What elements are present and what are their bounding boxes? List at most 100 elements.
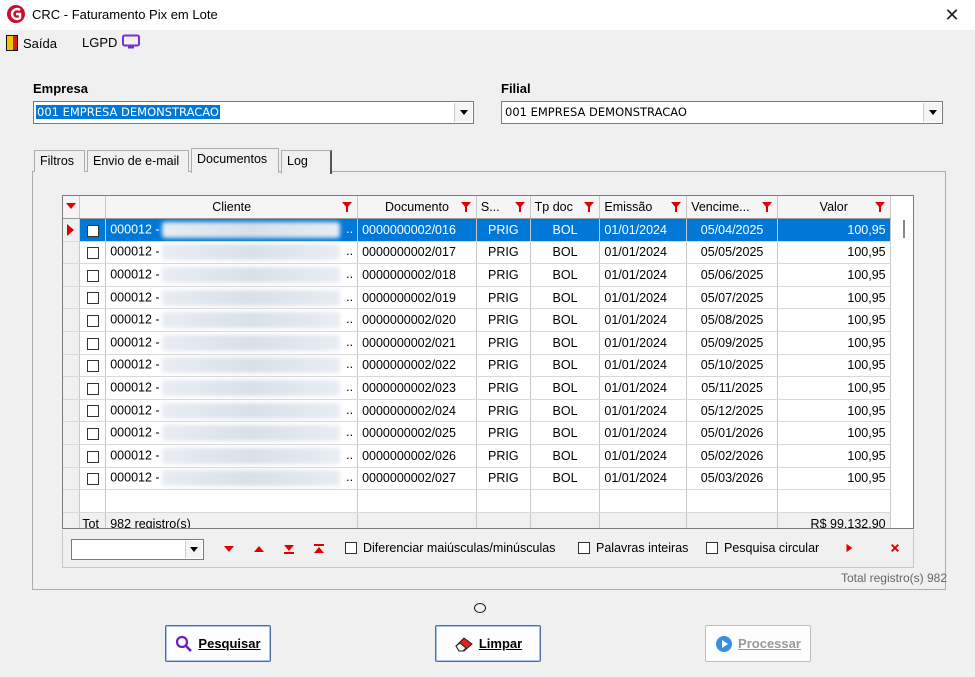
row-indicator[interactable] — [63, 467, 81, 491]
cell-vencimento[interactable]: 05/02/2026 — [686, 444, 778, 468]
table-row[interactable]: 000012 -.. 0000000002/026 PRIG BOL 01/01/202… — [63, 444, 913, 468]
cell-cliente[interactable]: 000012 -.. — [105, 218, 359, 242]
pesquisar-button[interactable]: Pesquisar — [165, 625, 271, 662]
cell-emissao[interactable]: 01/01/2024 — [599, 399, 688, 423]
cell-tpdoc[interactable]: BOL — [530, 421, 601, 446]
row-indicator[interactable] — [63, 286, 81, 310]
row-indicator[interactable] — [63, 421, 81, 446]
cell-vencimento[interactable]: 05/08/2025 — [686, 308, 778, 333]
select-header[interactable] — [79, 196, 107, 220]
cell-cliente[interactable]: 000012 -.. — [105, 399, 359, 423]
cell-emissao[interactable]: 01/01/2024 — [599, 241, 688, 265]
cell-emissao[interactable]: 01/01/2024 — [599, 421, 688, 446]
cell-cliente[interactable]: 000012 -.. — [105, 241, 359, 265]
close-button[interactable]: ✕ — [929, 0, 975, 30]
cell-tpdoc[interactable]: BOL — [530, 399, 601, 423]
cell-documento[interactable]: 0000000002/025 — [357, 421, 477, 446]
menu-saida[interactable]: Saída — [5, 34, 57, 52]
cell-situacao[interactable]: PRIG — [476, 399, 531, 423]
cell-tpdoc[interactable]: BOL — [530, 467, 601, 491]
case-sensitive-checkbox[interactable] — [345, 542, 357, 554]
cell-situacao[interactable]: PRIG — [476, 263, 531, 287]
cell-situacao[interactable]: PRIG — [476, 444, 531, 468]
table-row[interactable]: 000012 -.. 0000000002/020 PRIG BOL 01/01/202… — [63, 308, 913, 333]
cell-valor[interactable]: 100,95 — [777, 286, 891, 310]
col-situacao-header[interactable]: S... — [476, 196, 531, 220]
cell-tpdoc[interactable]: BOL — [530, 354, 601, 378]
cell-cliente[interactable]: 000012 -.. — [105, 376, 359, 400]
option-case-sensitive[interactable]: Diferenciar maiúsculas/minúsculas — [345, 541, 555, 555]
cell-cliente[interactable]: 000012 -.. — [105, 286, 359, 310]
vertical-scrollbar[interactable] — [896, 218, 913, 528]
cell-vencimento[interactable]: 05/07/2025 — [686, 286, 778, 310]
chevron-down-icon[interactable] — [923, 103, 941, 122]
cell-emissao[interactable]: 01/01/2024 — [599, 286, 688, 310]
cell-situacao[interactable]: PRIG — [476, 467, 531, 491]
cell-valor[interactable]: 100,95 — [777, 241, 891, 265]
cell-cliente[interactable]: 000012 -.. — [105, 308, 359, 333]
table-row[interactable]: 000012 -.. 0000000002/025 PRIG BOL 01/01/202… — [63, 421, 913, 446]
row-checkbox[interactable] — [86, 292, 99, 305]
filter-icon[interactable] — [514, 202, 525, 212]
cell-vencimento[interactable]: 05/09/2025 — [686, 331, 778, 355]
filter-icon[interactable] — [460, 202, 471, 212]
cell-cliente[interactable]: 000012 -.. — [105, 354, 359, 378]
cell-tpdoc[interactable]: BOL — [530, 331, 601, 355]
cell-cliente[interactable]: 000012 -.. — [105, 263, 359, 287]
cell-vencimento[interactable]: 05/05/2025 — [686, 241, 778, 265]
col-valor-header[interactable]: Valor — [777, 196, 891, 220]
cell-situacao[interactable]: PRIG — [476, 241, 531, 265]
cell-tpdoc[interactable]: BOL — [530, 286, 601, 310]
cell-documento[interactable]: 0000000002/016 — [357, 218, 477, 242]
cell-documento[interactable]: 0000000002/026 — [357, 444, 477, 468]
cell-tpdoc[interactable]: BOL — [530, 444, 601, 468]
row-indicator[interactable] — [63, 444, 81, 468]
row-indicator[interactable] — [63, 376, 81, 400]
row-indicator[interactable] — [63, 308, 81, 333]
cell-valor[interactable]: 100,95 — [777, 467, 891, 491]
cell-vencimento[interactable]: 05/12/2025 — [686, 399, 778, 423]
option-circular[interactable]: Pesquisa circular — [706, 541, 819, 555]
cell-tpdoc[interactable]: BOL — [530, 241, 601, 265]
cell-emissao[interactable]: 01/01/2024 — [599, 263, 688, 287]
row-checkbox[interactable] — [86, 247, 99, 260]
cell-valor[interactable]: 100,95 — [777, 399, 891, 423]
cell-vencimento[interactable]: 05/01/2026 — [686, 421, 778, 446]
cell-situacao[interactable]: PRIG — [476, 376, 531, 400]
cell-vencimento[interactable]: 05/03/2026 — [686, 467, 778, 491]
cell-tpdoc[interactable]: BOL — [530, 218, 601, 242]
empresa-select[interactable]: 001 EMPRESA DEMONSTRACAO — [33, 101, 474, 124]
cell-situacao[interactable]: PRIG — [476, 354, 531, 378]
cell-emissao[interactable]: 01/01/2024 — [599, 354, 688, 378]
row-indicator[interactable] — [63, 354, 81, 378]
last-down-icon[interactable] — [283, 544, 295, 554]
cell-valor[interactable]: 100,95 — [777, 331, 891, 355]
cell-emissao[interactable]: 01/01/2024 — [599, 308, 688, 333]
scroll-thumb[interactable] — [903, 220, 905, 238]
chevron-down-icon[interactable] — [185, 541, 202, 558]
row-indicator[interactable] — [63, 263, 81, 287]
table-row[interactable]: 000012 -.. 0000000002/016 PRIG BOL 01/01/202… — [63, 218, 913, 242]
table-row[interactable]: 000012 -.. 0000000002/023 PRIG BOL 01/01/202… — [63, 376, 913, 400]
cell-situacao[interactable]: PRIG — [476, 331, 531, 355]
indicator-header[interactable] — [63, 196, 81, 220]
table-row[interactable]: 000012 -.. 0000000002/018 PRIG BOL 01/01/202… — [63, 263, 913, 287]
table-row[interactable]: 000012 -.. 0000000002/017 PRIG BOL 01/01/202… — [63, 241, 913, 265]
cell-valor[interactable]: 100,95 — [777, 308, 891, 333]
cell-documento[interactable]: 0000000002/024 — [357, 399, 477, 423]
cell-documento[interactable]: 0000000002/022 — [357, 354, 477, 378]
menu-lgpd[interactable]: LGPD — [82, 34, 141, 50]
filter-icon[interactable] — [671, 202, 682, 212]
circular-checkbox[interactable] — [706, 542, 718, 554]
filter-icon[interactable] — [342, 202, 353, 212]
col-tpdoc-header[interactable]: Tp doc — [530, 196, 601, 220]
cell-vencimento[interactable]: 05/04/2025 — [686, 218, 778, 242]
cell-emissao[interactable]: 01/01/2024 — [599, 444, 688, 468]
col-emissao-header[interactable]: Emissão — [599, 196, 688, 220]
cell-emissao[interactable]: 01/01/2024 — [599, 376, 688, 400]
cell-tpdoc[interactable]: BOL — [530, 308, 601, 333]
cell-valor[interactable]: 100,95 — [777, 376, 891, 400]
cell-documento[interactable]: 0000000002/027 — [357, 467, 477, 491]
close-search-icon[interactable] — [889, 543, 901, 553]
cell-cliente[interactable]: 000012 -.. — [105, 467, 359, 491]
